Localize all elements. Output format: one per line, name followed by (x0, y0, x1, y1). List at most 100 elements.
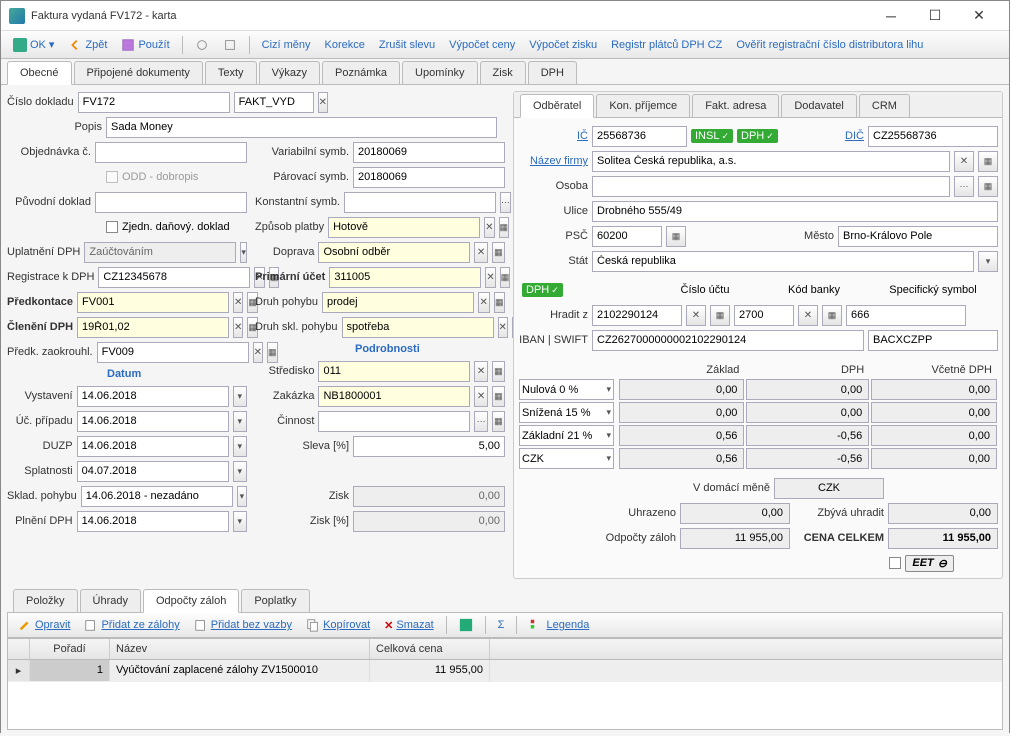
duzp-picker[interactable] (233, 436, 247, 457)
vat-rate-2-select[interactable]: Základní 21 % (519, 425, 614, 446)
close-button[interactable]: ✕ (957, 2, 1001, 30)
country-dropdown[interactable] (978, 251, 998, 272)
vat-rate-1-select[interactable]: Snížená 15 % (519, 402, 614, 423)
cancel-discount-button[interactable]: Zrušit slevu (373, 36, 441, 54)
move-type-clear[interactable]: ✕ (478, 292, 490, 313)
tab-fees[interactable]: Poplatky (241, 589, 309, 612)
issue-date-picker[interactable] (233, 386, 247, 407)
stock-move-type-clear[interactable]: ✕ (498, 317, 508, 338)
col-total[interactable]: Celková cena (370, 639, 490, 659)
correction-button[interactable]: Korekce (319, 36, 371, 54)
payment-method-input[interactable] (328, 217, 480, 238)
minimize-button[interactable]: ─ (869, 2, 913, 30)
calc-price-button[interactable]: Výpočet ceny (443, 36, 521, 54)
center-browse[interactable]: ▦ (492, 361, 505, 382)
var-symbol-input[interactable] (353, 142, 505, 163)
items-grid[interactable]: Pořadí Název Celková cena ▸ 1 Vyúčtování… (7, 638, 1003, 730)
primary-account-browse[interactable]: ▦ (500, 267, 511, 288)
person-list[interactable]: ▦ (978, 176, 998, 197)
bank-code-input[interactable] (734, 305, 794, 326)
iban-input[interactable] (592, 330, 864, 351)
sum-icon[interactable]: Σ (492, 616, 511, 634)
tab-crm[interactable]: CRM (859, 94, 910, 117)
stock-move-type-input[interactable] (342, 317, 494, 338)
col-name[interactable]: Název (110, 639, 370, 659)
const-symbol-browse[interactable]: ⋯ (500, 192, 511, 213)
tab-advance-deductions[interactable]: Odpočty záloh (143, 589, 239, 613)
company-name-label[interactable]: Název firmy (518, 155, 588, 167)
city-input[interactable] (838, 226, 998, 247)
discount-input[interactable] (353, 436, 505, 457)
move-type-browse[interactable]: ▦ (494, 292, 506, 313)
preaccounting-clear[interactable]: ✕ (233, 292, 243, 313)
shipping-browse[interactable]: ▦ (492, 242, 505, 263)
tab-recipient[interactable]: Kon. příjemce (596, 94, 690, 117)
company-name-browse[interactable]: ▦ (978, 151, 998, 172)
edit-button[interactable]: Opravit (12, 615, 76, 635)
col-order[interactable]: Pořadí (30, 639, 110, 659)
tab-vat[interactable]: DPH (528, 61, 577, 84)
tab-invoice-address[interactable]: Fakt. adresa (692, 94, 779, 117)
order-input[interactable] (95, 142, 247, 163)
odd-checkbox[interactable] (106, 171, 118, 183)
move-type-input[interactable] (322, 292, 474, 313)
apply-button[interactable]: Použít (115, 35, 175, 55)
legend-button[interactable]: Legenda (523, 615, 595, 635)
primary-account-clear[interactable]: ✕ (485, 267, 495, 288)
tool-icon1[interactable] (189, 35, 215, 55)
tab-general[interactable]: Obecné (7, 61, 72, 85)
vat-fulfillment-picker[interactable] (233, 511, 247, 532)
person-input[interactable] (592, 176, 950, 197)
due-date-input[interactable] (77, 461, 229, 482)
pair-symbol-input[interactable] (353, 167, 505, 188)
vat-breakdown-input[interactable] (77, 317, 229, 338)
activity-list[interactable]: ▦ (492, 411, 505, 432)
dic-input[interactable] (868, 126, 998, 147)
dic-label[interactable]: DIČ (834, 130, 864, 142)
activity-browse[interactable]: ⋯ (474, 411, 487, 432)
accounting-date-picker[interactable] (233, 411, 247, 432)
add-without-link-button[interactable]: Přidat bez vazby (188, 615, 298, 635)
stock-move-input[interactable] (81, 486, 233, 507)
tab-reminders[interactable]: Upomínky (402, 61, 478, 84)
copy-button[interactable]: Kopírovat (300, 615, 376, 635)
person-browse[interactable]: ⋯ (954, 176, 974, 197)
tab-customer[interactable]: Odběratel (520, 94, 594, 118)
center-input[interactable] (318, 361, 470, 382)
tab-note[interactable]: Poznámka (322, 61, 400, 84)
tool-icon2[interactable] (217, 35, 243, 55)
vat-apply-select[interactable] (84, 242, 236, 263)
bank-code-browse[interactable]: ▦ (822, 305, 842, 326)
shipping-input[interactable] (318, 242, 470, 263)
activity-input[interactable] (318, 411, 470, 432)
vat-rate-0-select[interactable]: Nulová 0 % (519, 379, 614, 400)
preaccounting-input[interactable] (77, 292, 229, 313)
primary-account-input[interactable] (329, 267, 481, 288)
ic-label[interactable]: IČ (518, 130, 588, 142)
excel-icon[interactable] (453, 615, 479, 635)
tab-reports[interactable]: Výkazy (259, 61, 320, 84)
maximize-button[interactable]: ☐ (913, 2, 957, 30)
bank-code-clear[interactable]: ✕ (798, 305, 818, 326)
spec-symbol-input[interactable] (846, 305, 966, 326)
rounding-input[interactable] (97, 342, 249, 363)
doc-number-input[interactable] (78, 92, 230, 113)
order2-clear[interactable]: ✕ (474, 386, 487, 407)
payment-method-browse[interactable]: ▦ (499, 217, 510, 238)
tab-payments[interactable]: Úhrady (80, 589, 141, 612)
calc-profit-button[interactable]: Výpočet zisku (523, 36, 603, 54)
vat-breakdown-clear[interactable]: ✕ (233, 317, 243, 338)
duzp-input[interactable] (77, 436, 229, 457)
account-number-browse[interactable]: ▦ (710, 305, 730, 326)
order2-browse[interactable]: ▦ (492, 386, 505, 407)
vat-apply-dropdown[interactable] (240, 242, 247, 263)
tab-texts[interactable]: Texty (205, 61, 257, 84)
currency-select[interactable]: CZK (519, 448, 614, 469)
accounting-date-input[interactable] (77, 411, 229, 432)
company-name-input[interactable] (592, 151, 950, 172)
shipping-clear[interactable]: ✕ (474, 242, 487, 263)
ic-input[interactable] (592, 126, 687, 147)
tab-supplier[interactable]: Dodavatel (781, 94, 857, 117)
simplified-checkbox[interactable] (106, 221, 118, 233)
table-row[interactable]: ▸ 1 Vyúčtování zaplacené zálohy ZV150001… (8, 660, 1002, 682)
